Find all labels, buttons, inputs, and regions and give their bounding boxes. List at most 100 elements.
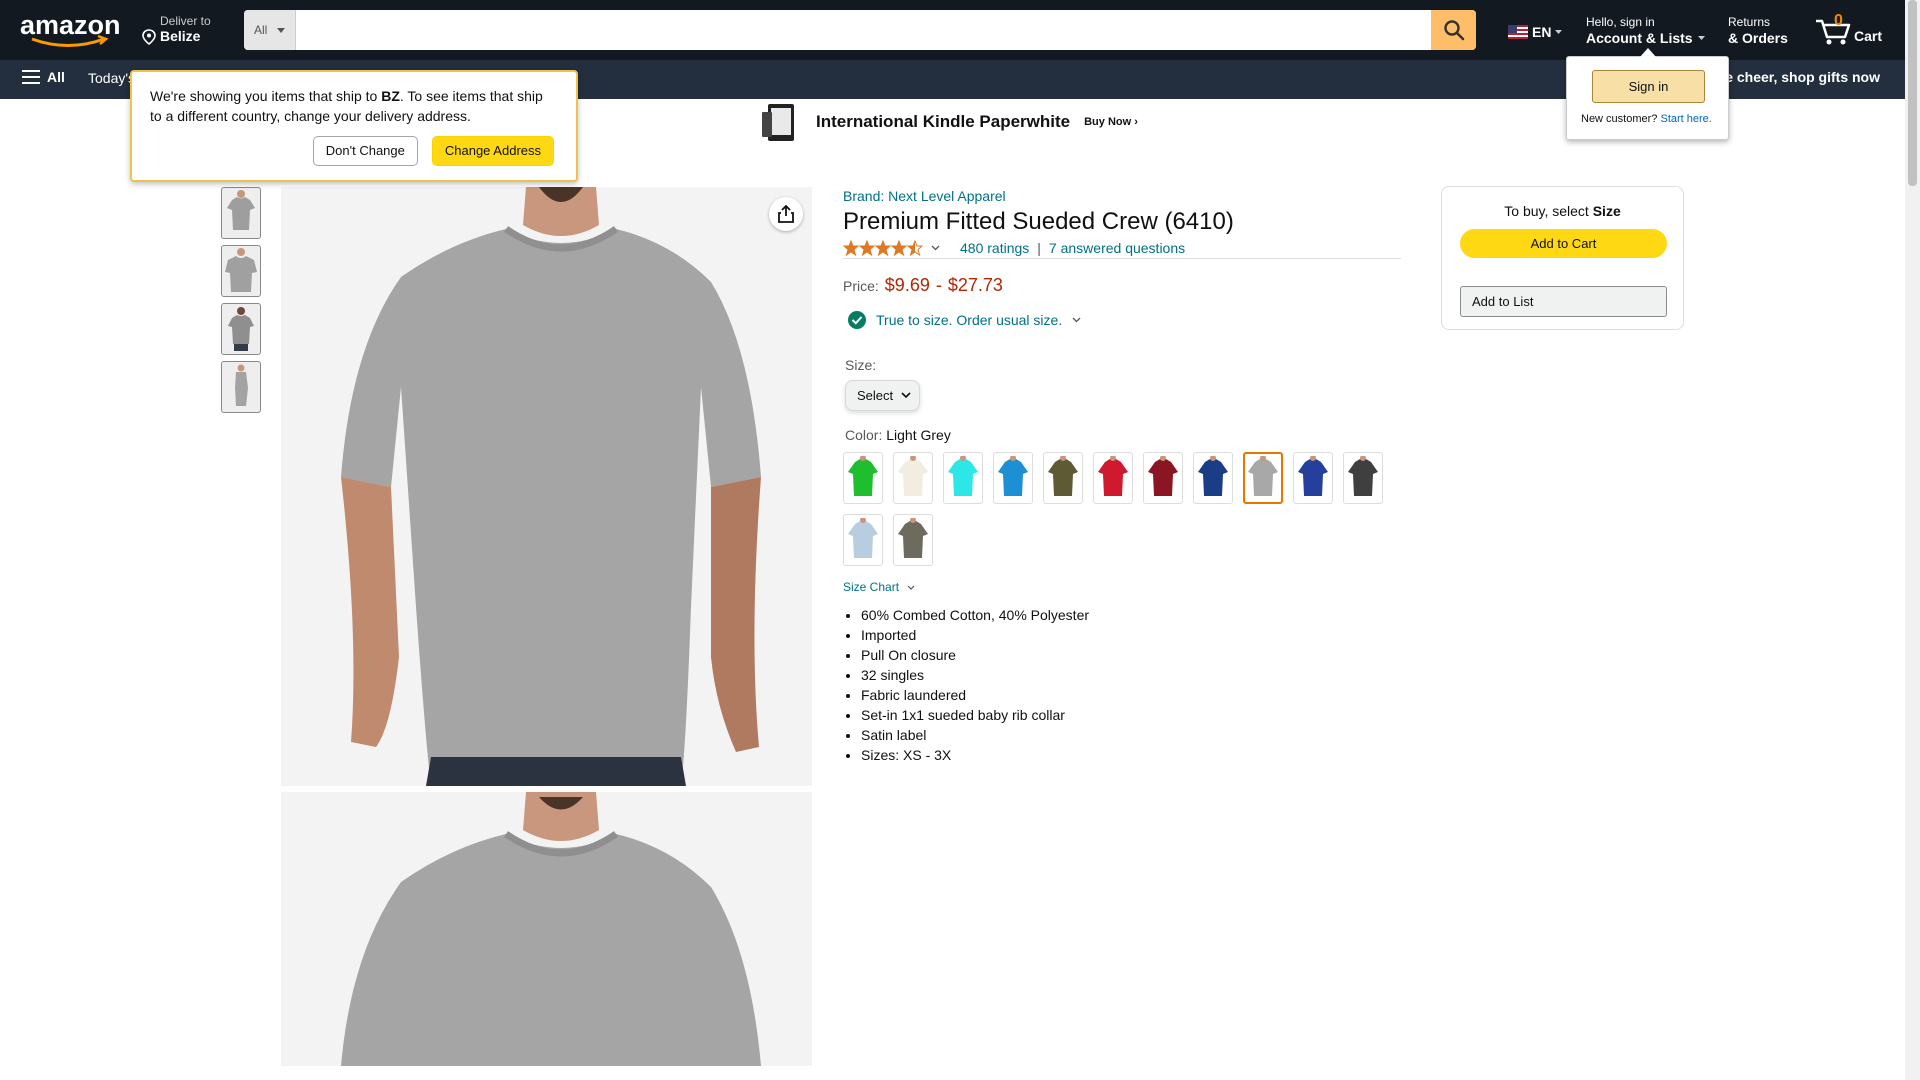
page-scrollbar[interactable]	[1905, 0, 1920, 1080]
tshirt-icon	[1098, 456, 1128, 496]
location-text-before: We're showing you items that ship to	[150, 88, 382, 104]
product-second-image[interactable]	[281, 792, 812, 1066]
star-rating-icon[interactable]	[843, 240, 923, 256]
all-menu-label: All	[47, 69, 65, 85]
returns-label: Returns	[1728, 15, 1771, 29]
cart-button[interactable]: 0 Cart	[1814, 10, 1884, 50]
thumbnail-back[interactable]	[221, 303, 261, 355]
size-chart-link[interactable]: Size Chart	[843, 580, 915, 594]
tshirt-icon	[1248, 456, 1278, 496]
rating-row: 480 ratings | 7 answered questions	[843, 240, 1185, 256]
color-swatch[interactable]	[893, 452, 933, 504]
search-bar: All	[244, 10, 1476, 50]
cart-count: 0	[1834, 12, 1843, 29]
location-message: We're showing you items that ship to BZ.…	[150, 86, 558, 126]
color-value: Light Grey	[886, 427, 951, 443]
product-main-image[interactable]	[281, 187, 812, 786]
banner-buy-now[interactable]: Buy Now ›	[1084, 116, 1138, 128]
size-word: Size	[1592, 203, 1621, 219]
holiday-promo-link[interactable]: e cheer, shop gifts now	[1725, 69, 1880, 85]
cart-label: Cart	[1854, 28, 1883, 44]
brand-link[interactable]: Brand: Next Level Apparel	[843, 188, 1006, 204]
answered-questions-link[interactable]: 7 answered questions	[1049, 240, 1185, 256]
color-swatch[interactable]	[1293, 452, 1333, 504]
color-swatch[interactable]	[1093, 452, 1133, 504]
kindle-device-icon	[760, 101, 802, 143]
thumbnail-list	[221, 187, 261, 419]
price-label: Price:	[843, 278, 879, 294]
tshirt-icon	[948, 456, 978, 496]
account-lists[interactable]: Hello, sign in Account & Lists	[1586, 14, 1705, 46]
thumbnail-front-closeup[interactable]	[221, 245, 261, 297]
orders-label: & Orders	[1728, 30, 1788, 46]
feature-bullet: Set-in 1x1 sueded baby rib collar	[861, 705, 1089, 725]
caret-down-icon	[277, 27, 286, 33]
kindle-banner[interactable]: International Kindle Paperwhite Buy Now …	[760, 101, 1138, 143]
account-lists-label: Account & Lists	[1586, 30, 1693, 46]
location-pin-icon	[142, 29, 156, 45]
feature-bullets: 60% Combed Cotton, 40% PolyesterImported…	[843, 605, 1089, 765]
change-address-button[interactable]: Change Address	[431, 136, 554, 166]
feature-bullet: 60% Combed Cotton, 40% Polyester	[861, 605, 1089, 625]
check-circle-icon	[848, 311, 866, 329]
flyout-caret	[1640, 48, 1656, 57]
size-select[interactable]: Select	[845, 380, 920, 411]
tshirt-icon	[1348, 456, 1378, 496]
buy-box: To buy, select Size Add to Cart Add to L…	[1441, 186, 1684, 330]
tshirt-icon	[898, 518, 928, 558]
color-swatch[interactable]	[843, 514, 883, 566]
color-swatch[interactable]	[1193, 452, 1233, 504]
color-swatch[interactable]	[843, 452, 883, 504]
price-dash: -	[935, 275, 942, 295]
feature-bullet: Imported	[861, 625, 1089, 645]
deliver-to[interactable]: Deliver to Belize	[142, 14, 211, 45]
start-here-link[interactable]: Start here.	[1660, 113, 1711, 125]
fit-recommendation[interactable]: True to size. Order usual size.	[848, 311, 1081, 329]
tshirt-icon	[998, 456, 1028, 496]
language-selector[interactable]: EN	[1508, 24, 1563, 40]
fit-text: True to size. Order usual size.	[876, 312, 1063, 328]
banner-title: International Kindle Paperwhite	[816, 112, 1071, 131]
add-to-list-button[interactable]: Add to List	[1460, 286, 1667, 317]
color-swatch[interactable]	[1343, 452, 1383, 504]
search-input[interactable]	[296, 10, 1431, 50]
chevron-down-icon	[907, 585, 915, 590]
thumbnail-front[interactable]	[221, 187, 261, 239]
price-high: $27.73	[947, 275, 1003, 295]
search-button[interactable]	[1431, 10, 1476, 50]
color-swatch[interactable]	[1143, 452, 1183, 504]
all-menu-button[interactable]: All	[22, 69, 65, 85]
tshirt-icon	[848, 518, 878, 558]
signin-flyout: Sign in New customer? Start here.	[1566, 48, 1729, 140]
product-title: Premium Fitted Sueded Crew (6410)	[843, 208, 1234, 235]
color-swatch[interactable]	[943, 452, 983, 504]
feature-bullet: Fabric laundered	[861, 685, 1089, 705]
scrollbar-thumb[interactable]	[1908, 0, 1917, 186]
thumbnail-side[interactable]	[221, 361, 261, 413]
chevron-down-icon[interactable]	[931, 245, 940, 251]
sign-in-button[interactable]: Sign in	[1592, 70, 1705, 103]
size-chart-label: Size Chart	[843, 580, 900, 594]
dont-change-button[interactable]: Don't Change	[312, 136, 418, 166]
add-to-cart-button[interactable]: Add to Cart	[1460, 229, 1667, 258]
search-department-dropdown[interactable]: All	[244, 10, 296, 50]
svg-text:amazon: amazon	[20, 10, 121, 40]
caret-down-icon	[1555, 30, 1563, 34]
size-label: Size:	[845, 357, 877, 373]
color-swatch[interactable]	[993, 452, 1033, 504]
color-swatch[interactable]	[1043, 452, 1083, 504]
ratings-count-link[interactable]: 480 ratings	[960, 240, 1029, 256]
color-swatch[interactable]	[893, 514, 933, 566]
returns-orders[interactable]: Returns & Orders	[1728, 14, 1788, 46]
feature-bullet: Pull On closure	[861, 645, 1089, 665]
tshirt-icon	[848, 456, 878, 496]
share-button[interactable]	[769, 197, 803, 231]
share-icon	[778, 205, 794, 223]
new-customer-row: New customer? Start here.	[1581, 113, 1712, 125]
price-row: Price: $9.69 - $27.73	[843, 275, 1003, 296]
size-select-value: Select	[857, 388, 894, 403]
feature-bullet: 32 singles	[861, 665, 1089, 685]
amazon-logo[interactable]: amazon	[18, 10, 122, 50]
color-swatch[interactable]	[1243, 452, 1283, 504]
title-divider	[843, 258, 1401, 259]
